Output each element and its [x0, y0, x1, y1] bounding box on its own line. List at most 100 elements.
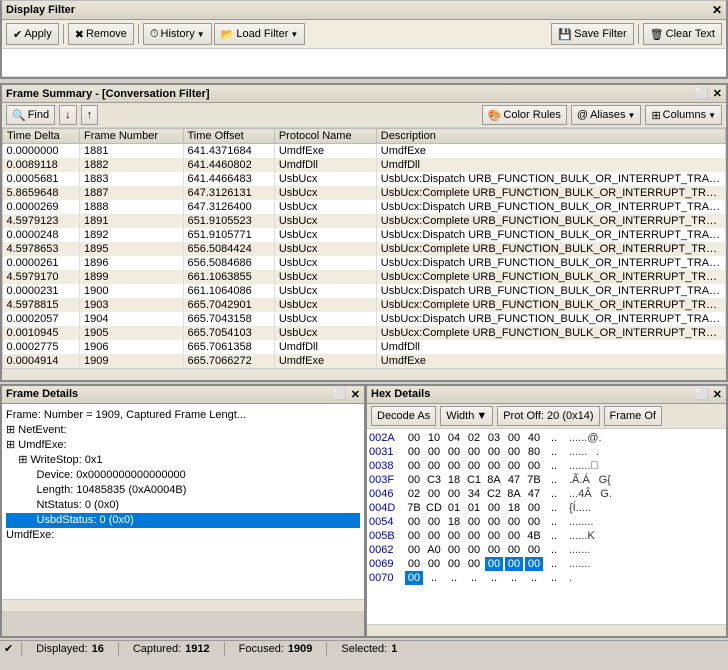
- hex-byte[interactable]: 00: [445, 529, 463, 543]
- hex-byte[interactable]: 01: [445, 501, 463, 515]
- hex-byte[interactable]: 00: [465, 445, 483, 459]
- maximize-icon3[interactable]: ⬜: [695, 388, 709, 401]
- hex-byte[interactable]: 40: [525, 431, 543, 445]
- clear-text-button[interactable]: 🗑 Clear Text: [643, 23, 722, 45]
- hex-byte[interactable]: CD: [425, 501, 443, 515]
- hex-byte[interactable]: ..: [545, 459, 563, 473]
- hex-byte[interactable]: ..: [545, 501, 563, 515]
- hex-byte[interactable]: 18: [445, 515, 463, 529]
- detail-line[interactable]: UsbdStatus: 0 (0x0): [6, 513, 360, 528]
- close-icon4[interactable]: ✕: [713, 388, 722, 401]
- hex-byte[interactable]: C3: [425, 473, 443, 487]
- detail-line[interactable]: UmdfExe:: [6, 528, 360, 543]
- hex-byte[interactable]: 00: [405, 543, 423, 557]
- hex-byte[interactable]: 8A: [505, 487, 523, 501]
- hex-byte[interactable]: 00: [525, 501, 543, 515]
- hex-byte[interactable]: ..: [505, 571, 523, 585]
- hex-byte[interactable]: 00: [485, 501, 503, 515]
- detail-line[interactable]: ⊞ NetEvent:: [6, 423, 360, 438]
- hex-byte[interactable]: 00: [485, 543, 503, 557]
- table-row[interactable]: 0.00891181882641.4460802UmdfDllUmdfDll: [3, 158, 726, 172]
- load-filter-button[interactable]: 📂 Load Filter ▼: [214, 23, 306, 45]
- detail-line[interactable]: Frame: Number = 1909, Captured Frame Len…: [6, 408, 360, 423]
- close-icon[interactable]: ✕: [712, 3, 722, 17]
- hex-byte[interactable]: 01: [465, 501, 483, 515]
- table-row[interactable]: 4.59788151903665.7042901UsbUcxUsbUcx:Com…: [3, 298, 726, 312]
- apply-button[interactable]: ✔ Apply: [6, 23, 59, 45]
- aliases-button[interactable]: @ Aliases ▼: [571, 105, 642, 125]
- detail-line[interactable]: NtStatus: 0 (0x0): [6, 498, 360, 513]
- prot-off-button[interactable]: Prot Off: 20 (0x14): [497, 406, 599, 426]
- detail-line[interactable]: ⊞ WriteStop: 0x1: [6, 453, 360, 468]
- hex-byte[interactable]: 00: [465, 459, 483, 473]
- hex-byte[interactable]: 00: [485, 557, 503, 571]
- hex-byte[interactable]: 00: [505, 431, 523, 445]
- hex-byte[interactable]: 00: [425, 487, 443, 501]
- hex-byte[interactable]: ..: [545, 529, 563, 543]
- detail-line[interactable]: Device: 0x0000000000000000: [6, 468, 360, 483]
- hex-byte[interactable]: 00: [465, 557, 483, 571]
- hex-byte[interactable]: ..: [545, 571, 563, 585]
- hex-byte[interactable]: 00: [465, 529, 483, 543]
- table-row[interactable]: 0.00002311900661.1064086UsbUcxUsbUcx:Dis…: [3, 284, 726, 298]
- maximize-icon2[interactable]: ⬜: [333, 388, 347, 401]
- table-row[interactable]: 4.59786531895656.5084424UsbUcxUsbUcx:Com…: [3, 242, 726, 256]
- horizontal-scrollbar[interactable]: [2, 368, 726, 380]
- hex-byte[interactable]: 47: [505, 473, 523, 487]
- table-row[interactable]: 0.00002481892651.9105771UsbUcxUsbUcx:Dis…: [3, 228, 726, 242]
- find-button[interactable]: 🔍 Find: [6, 105, 55, 125]
- color-rules-button[interactable]: 🎨 Color Rules: [482, 105, 567, 125]
- close-icon2[interactable]: ✕: [713, 87, 722, 100]
- decode-as-button[interactable]: Decode As: [371, 406, 436, 426]
- hex-byte[interactable]: 00: [405, 473, 423, 487]
- table-row[interactable]: 0.00000001881641.4371684UmdfExeUmdfExe: [3, 144, 726, 158]
- columns-button[interactable]: ⊞ Columns ▼: [645, 105, 722, 125]
- hex-byte[interactable]: 00: [465, 515, 483, 529]
- hex-byte[interactable]: 00: [505, 543, 523, 557]
- hex-byte[interactable]: 00: [485, 515, 503, 529]
- scroll-up-button[interactable]: ↑: [81, 105, 99, 125]
- hex-byte[interactable]: 7B: [525, 473, 543, 487]
- hex-byte[interactable]: 8A: [485, 473, 503, 487]
- hex-byte[interactable]: 02: [405, 487, 423, 501]
- hex-byte[interactable]: C2: [485, 487, 503, 501]
- hex-byte[interactable]: 4B: [525, 529, 543, 543]
- hex-byte[interactable]: 00: [445, 445, 463, 459]
- hex-byte[interactable]: ..: [525, 571, 543, 585]
- hex-byte[interactable]: 00: [465, 543, 483, 557]
- hex-byte[interactable]: ..: [545, 473, 563, 487]
- hex-byte[interactable]: 00: [505, 515, 523, 529]
- hex-byte[interactable]: 00: [485, 445, 503, 459]
- hex-byte[interactable]: 00: [425, 529, 443, 543]
- hex-byte[interactable]: 00: [525, 557, 543, 571]
- hex-byte[interactable]: 00: [425, 459, 443, 473]
- detail-line[interactable]: Length: 10485835 (0xA0004B): [6, 483, 360, 498]
- hex-byte[interactable]: 00: [445, 557, 463, 571]
- hex-byte[interactable]: 00: [445, 543, 463, 557]
- hex-byte[interactable]: 18: [505, 501, 523, 515]
- hex-byte[interactable]: 00: [505, 445, 523, 459]
- hex-byte[interactable]: 00: [405, 557, 423, 571]
- frame-details-hscrollbar[interactable]: [2, 599, 364, 611]
- hex-byte[interactable]: 7B: [405, 501, 423, 515]
- hex-byte[interactable]: 03: [485, 431, 503, 445]
- history-button[interactable]: ⏱ History ▼: [143, 23, 212, 45]
- hex-byte[interactable]: 00: [525, 543, 543, 557]
- table-row[interactable]: 0.00109451905665.7054103UsbUcxUsbUcx:Com…: [3, 326, 726, 340]
- hex-byte[interactable]: 00: [445, 487, 463, 501]
- hex-byte[interactable]: A0: [425, 543, 443, 557]
- table-row[interactable]: 0.00020571904665.7043158UsbUcxUsbUcx:Dis…: [3, 312, 726, 326]
- hex-byte[interactable]: 00: [405, 529, 423, 543]
- hex-byte[interactable]: 04: [445, 431, 463, 445]
- table-row[interactable]: 4.59791231891651.9105523UsbUcxUsbUcx:Com…: [3, 214, 726, 228]
- close-icon3[interactable]: ✕: [351, 388, 360, 401]
- detail-line[interactable]: ⊞ UmdfExe:: [6, 438, 360, 453]
- table-row[interactable]: 0.00002691888647.3126400UsbUcxUsbUcx:Dis…: [3, 200, 726, 214]
- hex-byte[interactable]: 18: [445, 473, 463, 487]
- hex-byte[interactable]: 00: [405, 431, 423, 445]
- hex-byte[interactable]: 00: [405, 571, 423, 585]
- hex-byte[interactable]: 34: [465, 487, 483, 501]
- hex-byte[interactable]: ..: [465, 571, 483, 585]
- hex-byte[interactable]: ..: [425, 571, 443, 585]
- hex-byte[interactable]: 00: [445, 459, 463, 473]
